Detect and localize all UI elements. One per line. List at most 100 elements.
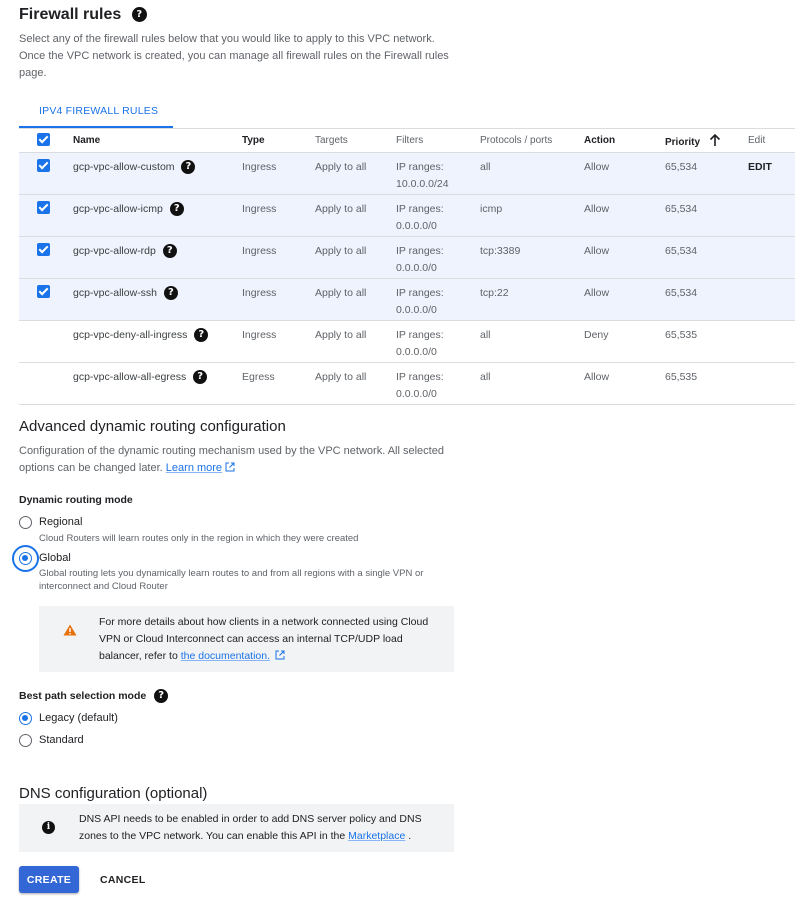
help-icon[interactable]: ? <box>181 160 196 175</box>
rule-filter-label: IP ranges: <box>396 203 444 215</box>
help-icon[interactable]: ? <box>169 202 184 217</box>
rule-filters: IP ranges: 0.0.0.0/0 <box>396 320 480 363</box>
external-link-icon <box>225 462 235 472</box>
rule-type: Ingress <box>242 152 315 195</box>
rule-protocols: all <box>480 152 584 195</box>
rule-type: Ingress <box>242 236 315 279</box>
standard-label[interactable]: Standard <box>39 734 84 746</box>
firewall-rules-table: Name Type Targets Filters Protocols / po… <box>19 128 795 405</box>
column-type: Type <box>242 128 315 153</box>
rule-name: gcp-vpc-allow-custom <box>73 161 175 173</box>
row-checkbox-cell[interactable] <box>19 152 73 195</box>
checkbox-checked-icon[interactable] <box>37 243 50 256</box>
rule-priority: 65,534 <box>665 236 748 279</box>
checkbox-checked-icon[interactable] <box>37 132 50 146</box>
row-checkbox-cell[interactable] <box>19 278 73 321</box>
dns-title: DNS configuration (optional) <box>19 785 208 802</box>
rule-filters: IP ranges: 0.0.0.0/0 <box>396 362 480 405</box>
routing-warning-notice: For more details about how clients in a … <box>39 606 454 672</box>
rule-priority: 65,534 <box>665 278 748 321</box>
learn-more-link[interactable]: Learn more <box>166 462 222 474</box>
table-row[interactable]: gcp-vpc-allow-icmp ? Ingress Apply to all I… <box>19 194 795 237</box>
row-checkbox-cell[interactable] <box>19 362 73 405</box>
checkbox-checked-icon[interactable] <box>37 201 50 214</box>
marketplace-link[interactable]: Marketplace <box>348 830 405 842</box>
rule-type: Egress <box>242 362 315 405</box>
rule-filters: IP ranges: 0.0.0.0/0 <box>396 236 480 279</box>
documentation-link[interactable]: the documentation. <box>181 650 270 662</box>
firewall-title: Firewall rules <box>19 6 122 23</box>
rule-action: Allow <box>584 152 665 195</box>
rule-filter-value: 0.0.0.0/0 <box>396 304 437 316</box>
rule-filter-value: 0.0.0.0/0 <box>396 262 437 274</box>
table-row[interactable]: gcp-vpc-allow-custom ? Ingress Apply to al… <box>19 152 795 195</box>
help-icon[interactable]: ? <box>162 244 177 259</box>
legacy-radio[interactable] <box>19 712 32 725</box>
rule-priority: 65,534 <box>665 152 748 195</box>
cancel-button[interactable]: CANCEL <box>92 866 154 893</box>
select-all-checkbox[interactable] <box>19 128 73 153</box>
help-icon[interactable]: ? <box>154 689 169 703</box>
rule-filter-label: IP ranges: <box>396 329 444 341</box>
help-icon[interactable]: ? <box>163 286 178 301</box>
best-path-header: Best path selection mode ? <box>19 689 169 703</box>
rule-protocols: icmp <box>480 194 584 237</box>
global-radio[interactable] <box>19 552 32 565</box>
firewall-description: Select any of the firewall rules below t… <box>19 33 449 79</box>
regional-description: Cloud Routers will learn routes only in … <box>39 533 359 544</box>
tab-ipv4-firewall-rules[interactable]: IPV4 FIREWALL RULES <box>19 101 173 128</box>
rule-action: Allow <box>584 278 665 321</box>
rule-targets: Apply to all <box>315 362 396 405</box>
table-row[interactable]: gcp-vpc-allow-rdp ? Ingress Apply to all IP… <box>19 236 795 279</box>
rule-name-cell: gcp-vpc-allow-rdp ? <box>73 236 242 279</box>
help-icon[interactable]: ? <box>194 328 209 343</box>
rule-name: gcp-vpc-allow-ssh <box>73 287 158 299</box>
rule-name-cell: gcp-vpc-allow-icmp ? <box>73 194 242 237</box>
rule-type: Ingress <box>242 278 315 321</box>
rule-name-cell: gcp-vpc-allow-ssh ? <box>73 278 242 321</box>
rule-action: Allow <box>584 362 665 405</box>
rule-edit-cell <box>748 278 795 321</box>
rule-name-cell: gcp-vpc-allow-all-egress ? <box>73 362 242 405</box>
rule-name: gcp-vpc-allow-rdp <box>73 245 156 257</box>
table-row[interactable]: gcp-vpc-deny-all-ingress ? Ingress Apply t… <box>19 320 795 363</box>
column-priority[interactable]: Priority <box>665 128 748 153</box>
rule-filter-label: IP ranges: <box>396 245 444 257</box>
rule-edit-cell <box>748 194 795 237</box>
best-path-title: Best path selection mode <box>19 689 147 702</box>
column-name: Name <box>73 128 242 153</box>
rule-action: Allow <box>584 236 665 279</box>
dynamic-routing-mode-label: Dynamic routing mode <box>19 494 133 506</box>
row-checkbox-cell[interactable] <box>19 194 73 237</box>
table-header-row: Name Type Targets Filters Protocols / po… <box>19 128 795 153</box>
sort-arrow-up-icon[interactable] <box>709 133 721 147</box>
global-description: Global routing lets you dynamically lear… <box>39 568 424 592</box>
rule-protocols: tcp:22 <box>480 278 584 321</box>
legacy-label[interactable]: Legacy (default) <box>39 712 118 724</box>
column-priority-label: Priority <box>665 136 701 148</box>
checkbox-checked-icon[interactable] <box>37 159 50 172</box>
rule-filters: IP ranges: 10.0.0.0/24 <box>396 152 480 195</box>
global-label[interactable]: Global <box>39 552 71 564</box>
help-icon[interactable]: ? <box>193 370 208 385</box>
create-button[interactable]: CREATE <box>19 866 79 893</box>
regional-label[interactable]: Regional <box>39 516 82 528</box>
rule-type: Ingress <box>242 194 315 237</box>
rule-action: Deny <box>584 320 665 363</box>
column-action: Action <box>584 128 665 153</box>
rule-edit-cell <box>748 236 795 279</box>
help-icon[interactable]: ? <box>131 7 147 23</box>
checkbox-checked-icon[interactable] <box>37 285 50 298</box>
warning-icon <box>63 624 77 636</box>
table-row[interactable]: gcp-vpc-allow-all-egress ? Egress Apply to… <box>19 362 795 405</box>
edit-button[interactable]: EDIT <box>748 161 772 173</box>
dns-notice-end: . <box>408 830 412 842</box>
row-checkbox-cell[interactable] <box>19 320 73 363</box>
row-checkbox-cell[interactable] <box>19 236 73 279</box>
table-row[interactable]: gcp-vpc-allow-ssh ? Ingress Apply to all IP… <box>19 278 795 321</box>
standard-radio[interactable] <box>19 734 32 747</box>
rule-filters: IP ranges: 0.0.0.0/0 <box>396 194 480 237</box>
info-icon: i <box>42 821 55 834</box>
firewall-section-header: Firewall rules ? <box>19 6 147 24</box>
regional-radio[interactable] <box>19 516 32 529</box>
